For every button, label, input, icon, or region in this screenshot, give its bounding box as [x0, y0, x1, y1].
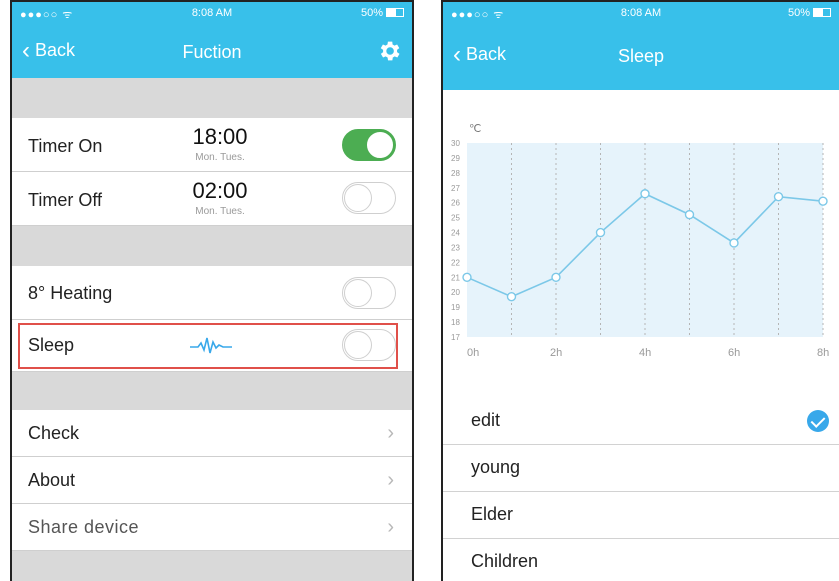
- y-tick-label: 29: [451, 154, 460, 163]
- timer-off-time[interactable]: 02:00: [184, 178, 256, 204]
- nav-bar: ‹ Back Fuction: [12, 24, 412, 78]
- toggle-knob: [344, 184, 372, 212]
- battery-indicator: 50%: [361, 7, 404, 19]
- y-axis-unit-label: ℃: [469, 123, 481, 135]
- sleep-screen: ●●●○○ ᯤ 8:08 AM 50% ‹ Back Sleep ℃ 30 29 28…: [441, 0, 839, 581]
- data-point: [506, 292, 517, 302]
- sleep-temperature-chart[interactable]: ℃ 30 29 28 27 26 25 24 23 22 21 20 19 18 17 0h 2h 4h 6h 8h: [443, 90, 839, 398]
- battery-indicator: 50%: [788, 7, 831, 19]
- data-point: [729, 238, 739, 248]
- y-tick-label: 17: [451, 333, 460, 342]
- nav-bar: ‹ Back Sleep: [443, 24, 839, 90]
- data-point: [684, 209, 695, 220]
- chevron-right-icon: ›: [387, 516, 394, 538]
- menu-item-check[interactable]: Check ›: [12, 410, 412, 457]
- timer-on-row: Timer On 18:00 Mon. Tues.: [12, 118, 412, 172]
- y-tick-label: 30: [451, 139, 460, 148]
- timer-off-toggle[interactable]: [342, 182, 396, 214]
- status-time: 8:08 AM: [191, 7, 233, 19]
- y-tick-label: 20: [451, 288, 460, 297]
- option-label: Elder: [471, 504, 514, 524]
- y-tick-label: 26: [451, 199, 460, 208]
- section-divider: [12, 78, 412, 118]
- y-tick-label: 21: [451, 273, 460, 282]
- timer-on-label: Timer On: [28, 136, 103, 156]
- sleep-chart-area: ℃ 30 29 28 27 26 25 24 23 22 21 20 19 18 17 0h 2h 4h 6h 8h: [443, 90, 839, 398]
- menu-item-label: About: [28, 470, 76, 490]
- data-point: [818, 196, 828, 206]
- status-bar: ●●●○○ ᯤ 8:08 AM 50%: [443, 2, 839, 24]
- x-tick-label: 2h: [550, 347, 562, 359]
- status-time: 8:08 AM: [620, 7, 662, 19]
- option-label: Children: [471, 551, 539, 571]
- option-label: young: [471, 457, 521, 477]
- option-elder[interactable]: Elder: [443, 492, 839, 539]
- x-tick-label: 8h: [817, 347, 829, 359]
- timer-off-days: Mon. Tues.: [195, 206, 245, 217]
- menu-item-about[interactable]: About ›: [12, 457, 412, 504]
- heating-label: 8° Heating: [28, 283, 113, 303]
- toggle-knob: [344, 279, 372, 307]
- timer-on-days: Mon. Tues.: [195, 152, 245, 163]
- x-tick-label: 4h: [639, 347, 651, 359]
- timer-off-row: Timer Off 02:00 Mon. Tues.: [12, 172, 412, 226]
- data-point: [595, 227, 606, 238]
- timer-on-time[interactable]: 18:00: [184, 124, 256, 150]
- heating-row: 8° Heating: [12, 266, 412, 320]
- page-title: Fuction: [182, 42, 242, 62]
- data-point: [773, 192, 784, 202]
- data-point: [640, 189, 650, 199]
- menu-item-label: Check: [28, 423, 80, 443]
- section-divider: [12, 372, 412, 410]
- battery-icon: [813, 8, 831, 17]
- section-divider: [12, 551, 412, 581]
- section-divider: [12, 226, 412, 266]
- timer-off-label: Timer Off: [28, 190, 103, 210]
- data-point: [462, 272, 472, 283]
- heating-toggle[interactable]: [342, 277, 396, 309]
- toggle-knob: [366, 131, 394, 159]
- option-children[interactable]: Children: [443, 539, 839, 581]
- data-point: [551, 272, 561, 283]
- chevron-right-icon: ›: [387, 469, 394, 491]
- page-title: Sleep: [617, 46, 665, 66]
- gear-icon[interactable]: [376, 38, 402, 64]
- y-tick-label: 24: [451, 229, 460, 238]
- y-tick-label: 28: [451, 169, 460, 178]
- menu-item-label: Share device: [28, 517, 140, 537]
- checkmark-icon: [807, 410, 829, 432]
- status-bar: ●●●○○ ᯤ 8:08 AM 50%: [12, 2, 412, 24]
- battery-icon: [386, 8, 404, 17]
- menu-item-share-device[interactable]: Share device ›: [12, 504, 412, 551]
- y-tick-label: 25: [451, 214, 460, 223]
- sleep-highlight-box: [18, 323, 398, 369]
- x-tick-label: 0h: [467, 347, 479, 359]
- function-screen: ●●●○○ ᯤ 8:08 AM 50% ‹ Back Fuction Timer…: [10, 0, 414, 581]
- y-tick-label: 23: [451, 243, 460, 252]
- timer-on-toggle[interactable]: [342, 129, 396, 161]
- option-edit[interactable]: edit: [443, 398, 839, 445]
- y-tick-label: 19: [451, 303, 460, 312]
- y-tick-label: 22: [451, 258, 460, 267]
- x-tick-label: 6h: [728, 347, 740, 359]
- option-young[interactable]: young: [443, 445, 839, 492]
- option-label: edit: [471, 410, 501, 430]
- y-tick-label: 18: [451, 318, 460, 327]
- y-tick-label: 27: [451, 184, 460, 193]
- chevron-right-icon: ›: [387, 422, 394, 444]
